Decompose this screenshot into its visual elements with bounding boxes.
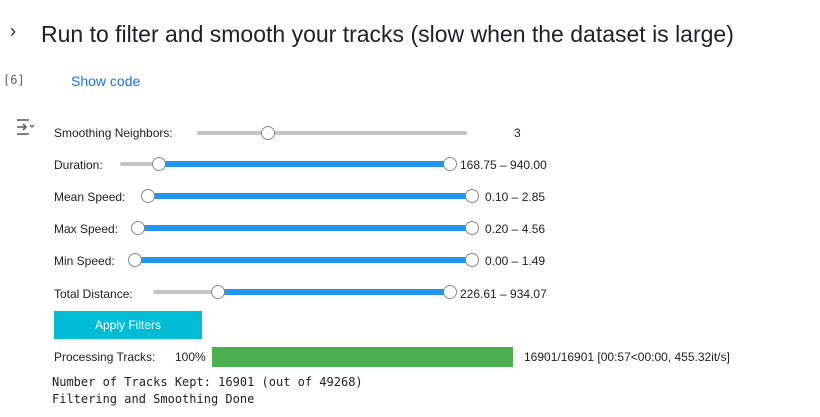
execution-count: [6] (3, 73, 25, 87)
mean-speed-label: Mean Speed: (54, 190, 126, 204)
progress-stats: 16901/16901 [00:57<00:00, 455.32it/s] (524, 350, 730, 364)
section-title: Run to filter and smooth your tracks (sl… (41, 21, 734, 47)
slider-min-handle[interactable] (211, 285, 225, 299)
smoothing-neighbors-label: Smoothing Neighbors: (54, 126, 173, 140)
progress-bar-fill (212, 347, 513, 367)
slider-range-fill (135, 257, 472, 263)
min-speed-value: 0.00 – 1.49 (485, 254, 546, 268)
slider-max-handle[interactable] (465, 221, 479, 235)
slider-track (197, 131, 467, 135)
smoothing-neighbors-slider[interactable] (197, 126, 467, 140)
slider-handle[interactable] (261, 126, 275, 140)
slider-range-fill (148, 193, 472, 199)
slider-min-handle[interactable] (128, 253, 142, 267)
slider-range-fill (218, 289, 450, 295)
min-speed-label: Min Speed: (54, 254, 115, 268)
total-distance-range-slider[interactable] (153, 285, 457, 299)
slider-max-handle[interactable] (443, 157, 457, 171)
max-speed-range-slider[interactable] (131, 221, 479, 235)
smoothing-neighbors-value: 3 (514, 126, 521, 140)
mean-speed-range-slider[interactable] (141, 189, 479, 203)
section-collapse-chevron-icon[interactable]: › (10, 22, 24, 40)
slider-max-handle[interactable] (443, 285, 457, 299)
slider-min-handle[interactable] (131, 221, 145, 235)
progress-label: Processing Tracks: (54, 350, 156, 364)
duration-value: 168.75 – 940.00 (460, 158, 547, 172)
duration-label: Duration: (54, 158, 103, 172)
slider-min-handle[interactable] (141, 189, 155, 203)
slider-max-handle[interactable] (465, 253, 479, 267)
total-distance-label: Total Distance: (54, 287, 133, 301)
output-line-done: Filtering and Smoothing Done (52, 392, 255, 406)
apply-filters-button[interactable]: Apply Filters (54, 311, 202, 339)
max-speed-value: 0.20 – 4.56 (485, 222, 546, 236)
output-collapse-icon[interactable] (15, 117, 35, 137)
min-speed-range-slider[interactable] (128, 253, 479, 267)
show-code-link[interactable]: Show code (71, 73, 140, 89)
progress-bar (212, 347, 513, 367)
progress-percent: 100% (175, 350, 206, 364)
slider-min-handle[interactable] (152, 157, 167, 171)
duration-range-slider[interactable] (120, 157, 457, 171)
mean-speed-value: 0.10 – 2.85 (485, 190, 546, 204)
slider-max-handle[interactable] (465, 189, 479, 203)
output-line-tracks-kept: Number of Tracks Kept: 16901 (out of 492… (52, 375, 363, 389)
total-distance-value: 226.61 – 934.07 (460, 287, 547, 301)
slider-range-fill (138, 225, 472, 231)
max-speed-label: Max Speed: (54, 222, 119, 236)
slider-range-fill (159, 161, 450, 167)
